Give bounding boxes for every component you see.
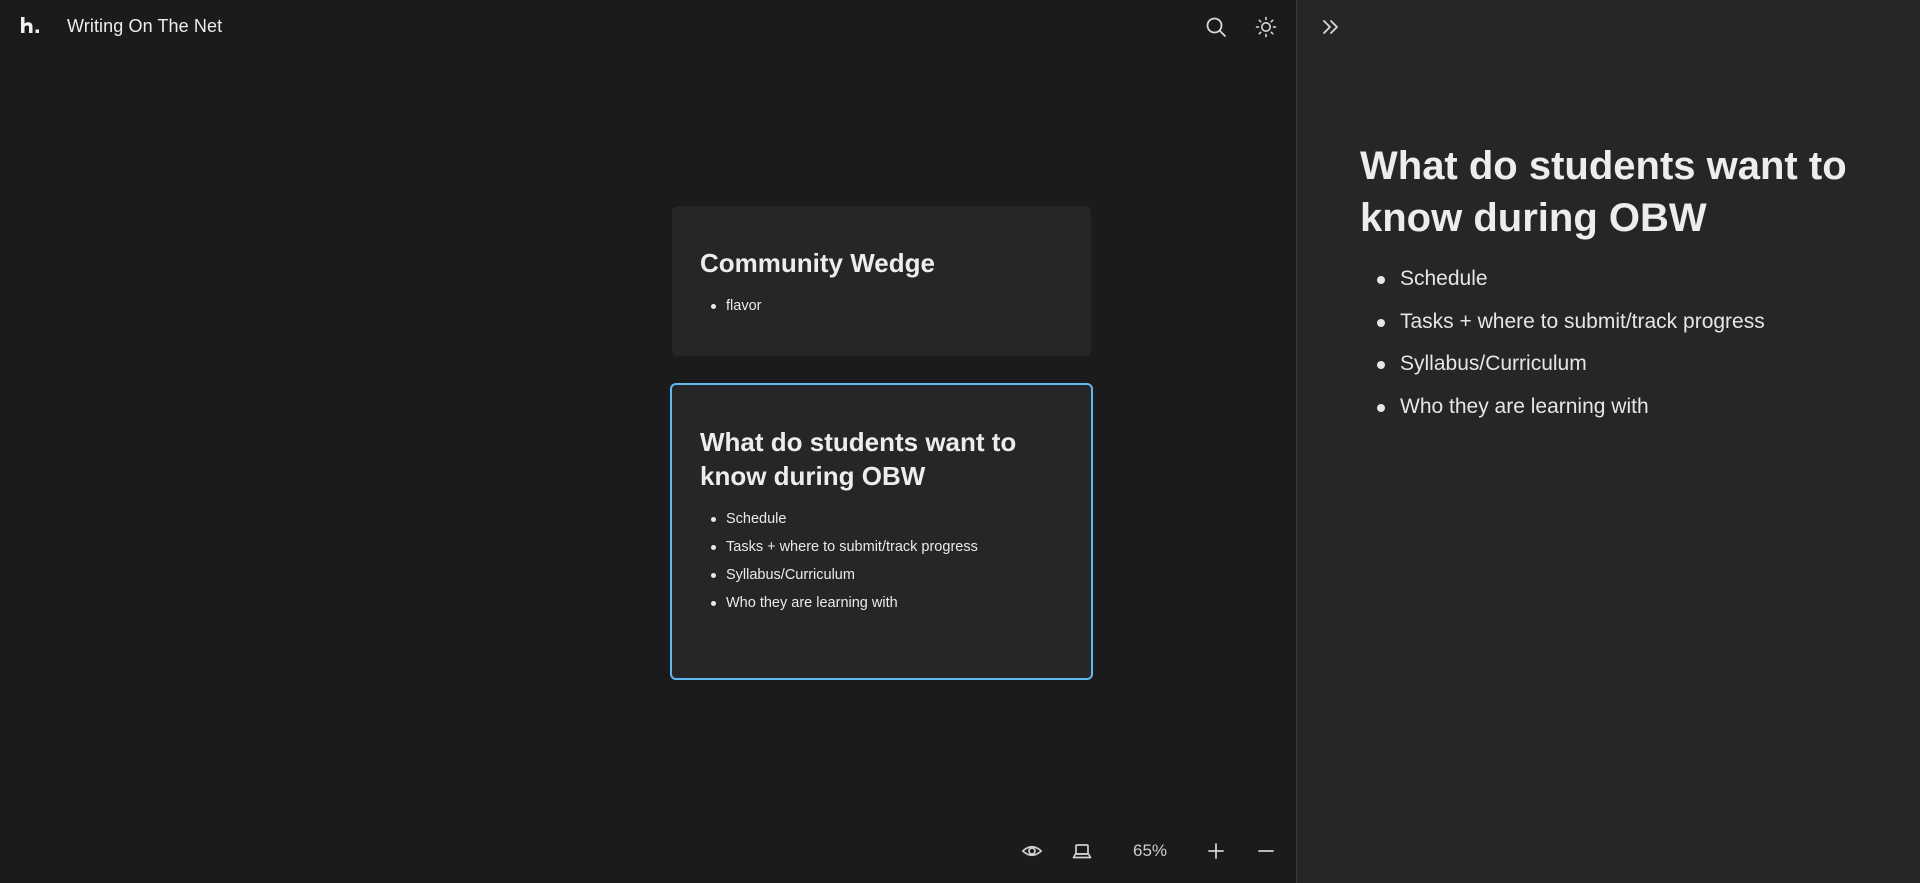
- sun-icon[interactable]: [1252, 13, 1280, 41]
- chevrons-right-icon[interactable]: [1317, 13, 1345, 41]
- list-item: Schedule: [711, 505, 1063, 533]
- app-root: Writing On The Net Community Wedge flavo…: [0, 0, 1920, 883]
- list-item: Who they are learning with: [1377, 386, 1765, 429]
- card-list: flavor: [700, 292, 1063, 320]
- search-icon[interactable]: [1202, 13, 1230, 41]
- list-item: flavor: [711, 292, 1063, 320]
- eye-icon[interactable]: [1018, 836, 1046, 866]
- laptop-icon[interactable]: [1068, 836, 1096, 866]
- top-bar: Writing On The Net: [0, 0, 1296, 56]
- zoom-level[interactable]: 65%: [1125, 836, 1175, 866]
- canvas-area[interactable]: Writing On The Net Community Wedge flavo…: [0, 0, 1296, 883]
- card-community-wedge[interactable]: Community Wedge flavor: [672, 206, 1091, 356]
- list-item: Syllabus/Curriculum: [711, 561, 1063, 589]
- logo-icon[interactable]: [18, 14, 42, 38]
- card-title: What do students want to know during OBW: [700, 427, 1017, 491]
- list-item: Who they are learning with: [711, 589, 1063, 617]
- card-title: Community Wedge: [700, 248, 935, 278]
- card-list: Schedule Tasks + where to submit/track p…: [700, 505, 1063, 617]
- list-item: Tasks + where to submit/track progress: [711, 533, 1063, 561]
- card-students-obw[interactable]: What do students want to know during OBW…: [670, 383, 1093, 680]
- plus-icon[interactable]: [1202, 836, 1230, 866]
- list-item: Schedule: [1377, 258, 1765, 301]
- list-item: Syllabus/Curriculum: [1377, 343, 1765, 386]
- panel-list: Schedule Tasks + where to submit/track p…: [1360, 258, 1765, 428]
- app-title: Writing On The Net: [67, 16, 223, 36]
- panel-title: What do students want to know during OBW: [1360, 144, 1847, 240]
- minus-icon[interactable]: [1252, 836, 1280, 866]
- list-item: Tasks + where to submit/track progress: [1377, 301, 1765, 344]
- side-panel: What do students want to know during OBW…: [1297, 0, 1920, 883]
